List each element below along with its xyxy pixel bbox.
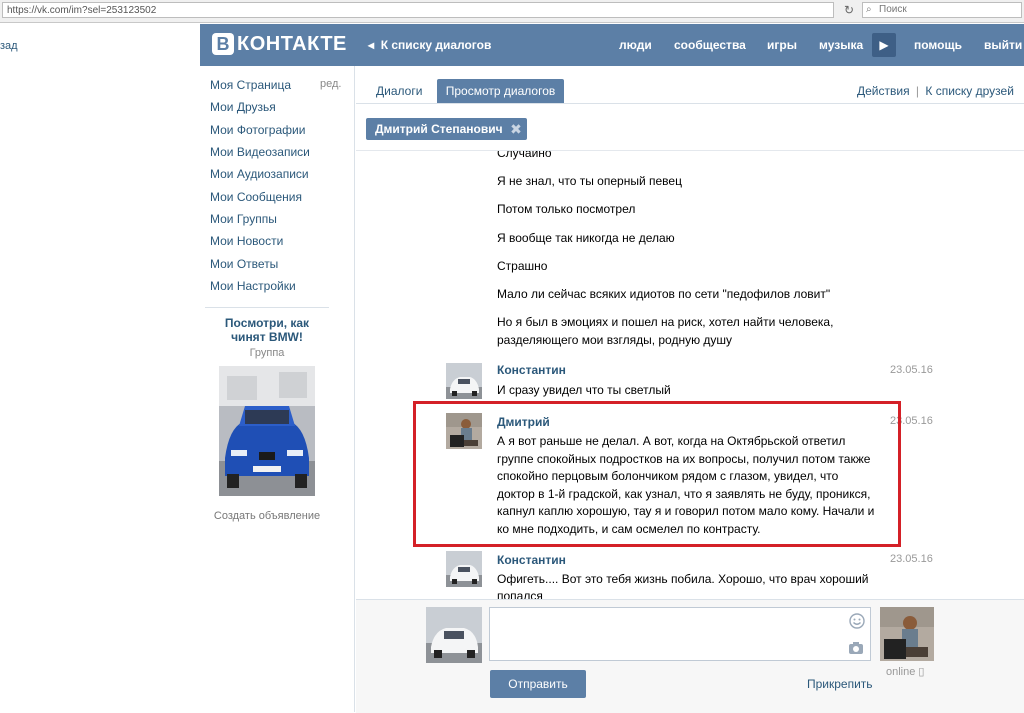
search-icon: ⌕ [866, 4, 872, 15]
message-date: 23.05.16 [890, 553, 933, 565]
highlight-frame [413, 401, 901, 547]
message-text: Я не знал, что ты оперный певец [497, 174, 682, 188]
browser-search-input[interactable]: Поиск [862, 2, 1022, 18]
close-icon[interactable]: ✖ [509, 118, 523, 140]
message-text: Случайно [497, 151, 552, 160]
sidebar-item-news[interactable]: Мои Новости [210, 234, 283, 248]
sidebar-item-photos[interactable]: Мои Фотографии [210, 123, 305, 137]
message-author[interactable]: Константин [497, 363, 566, 377]
ad-title[interactable]: Посмотри, как чинят BMW! [215, 316, 319, 344]
tab-view-dialogs[interactable]: Просмотр диалогов [437, 79, 564, 103]
nav-communities[interactable]: сообщества [674, 38, 746, 52]
nav-logout[interactable]: выйти [984, 38, 1022, 52]
actions-separator: | [915, 84, 920, 98]
nav-help[interactable]: помощь [914, 38, 962, 52]
partial-back-link[interactable]: зад [0, 40, 18, 52]
message-text: Я вообще так никогда не делаю [497, 231, 675, 245]
reload-icon[interactable]: ↻ [840, 2, 858, 18]
nav-people[interactable]: люди [619, 38, 652, 52]
sidebar-divider [205, 307, 329, 308]
sidebar-item-friends[interactable]: Мои Друзья [210, 100, 276, 114]
online-status: online ▯ [886, 665, 924, 678]
message-text: разделяющего мои взгляды, родную душу [497, 333, 733, 347]
main-panel-border [354, 66, 355, 712]
nav-games[interactable]: игры [767, 38, 797, 52]
message-text: И сразу увидел что ты светлый [497, 383, 671, 397]
ad-car-image[interactable] [219, 366, 315, 496]
vk-logo-text[interactable]: КОНТАКТЕ [237, 33, 347, 55]
address-bar[interactable]: https://vk.com/im?sel=253123502 [2, 2, 834, 18]
actions-link[interactable]: Действия [857, 84, 910, 98]
send-button[interactable]: Отправить [490, 670, 586, 698]
message-input[interactable] [489, 607, 871, 661]
avatar[interactable] [880, 607, 934, 661]
nav-music[interactable]: музыка [819, 38, 863, 52]
message-text: Но я был в эмоциях и пошел на риск, хоте… [497, 315, 834, 329]
message-text: Офигеть.... Вот это тебя жизнь побила. Х… [497, 572, 869, 586]
message-text: Страшно [497, 259, 548, 273]
avatar[interactable] [446, 551, 482, 587]
message-text: попался [497, 589, 543, 599]
sidebar-item-videos[interactable]: Мои Видеозаписи [210, 145, 310, 159]
online-label: online [886, 666, 916, 678]
camera-icon[interactable] [848, 641, 864, 655]
tab-dialogs[interactable]: Диалоги [366, 79, 432, 103]
mobile-icon: ▯ [918, 666, 925, 678]
sidebar-item-settings[interactable]: Мои Настройки [210, 279, 296, 293]
attach-link[interactable]: Прикрепить [807, 677, 873, 691]
ad-subtitle: Группа [249, 347, 285, 359]
play-icon[interactable]: ▶ [872, 33, 896, 57]
create-ad-link[interactable]: Создать объявление [205, 510, 329, 522]
tabs-divider [356, 103, 1024, 104]
back-to-dialogs-link[interactable]: ◂ К списку диалогов [368, 38, 491, 52]
message-text: Потом только посмотрел [497, 202, 636, 216]
smile-icon[interactable] [849, 613, 865, 629]
message-text: Мало ли сейчас всяких идиотов по сети "п… [497, 287, 831, 301]
sidebar-item-groups[interactable]: Мои Группы [210, 212, 277, 226]
actions-bar: Действия | К списку друзей [857, 84, 1014, 98]
sidebar-item-messages[interactable]: Мои Сообщения [210, 190, 302, 204]
vk-logo-icon[interactable]: В [212, 33, 234, 55]
message-date: 23.05.16 [890, 364, 933, 376]
sidebar-edit-link[interactable]: ред. [320, 78, 341, 90]
avatar[interactable] [446, 363, 482, 399]
sidebar-item-audio[interactable]: Мои Аудиозаписи [210, 167, 309, 181]
sidebar-item-answers[interactable]: Мои Ответы [210, 257, 278, 271]
friends-list-link[interactable]: К списку друзей [925, 84, 1014, 98]
sidebar-item-my-page[interactable]: Моя Страница [210, 78, 291, 92]
back-to-dialogs-label: К списку диалогов [380, 38, 492, 52]
message-author[interactable]: Константин [497, 553, 566, 567]
dialog-participant-chip[interactable]: Дмитрий Степанович [366, 118, 527, 140]
avatar[interactable] [426, 607, 482, 663]
